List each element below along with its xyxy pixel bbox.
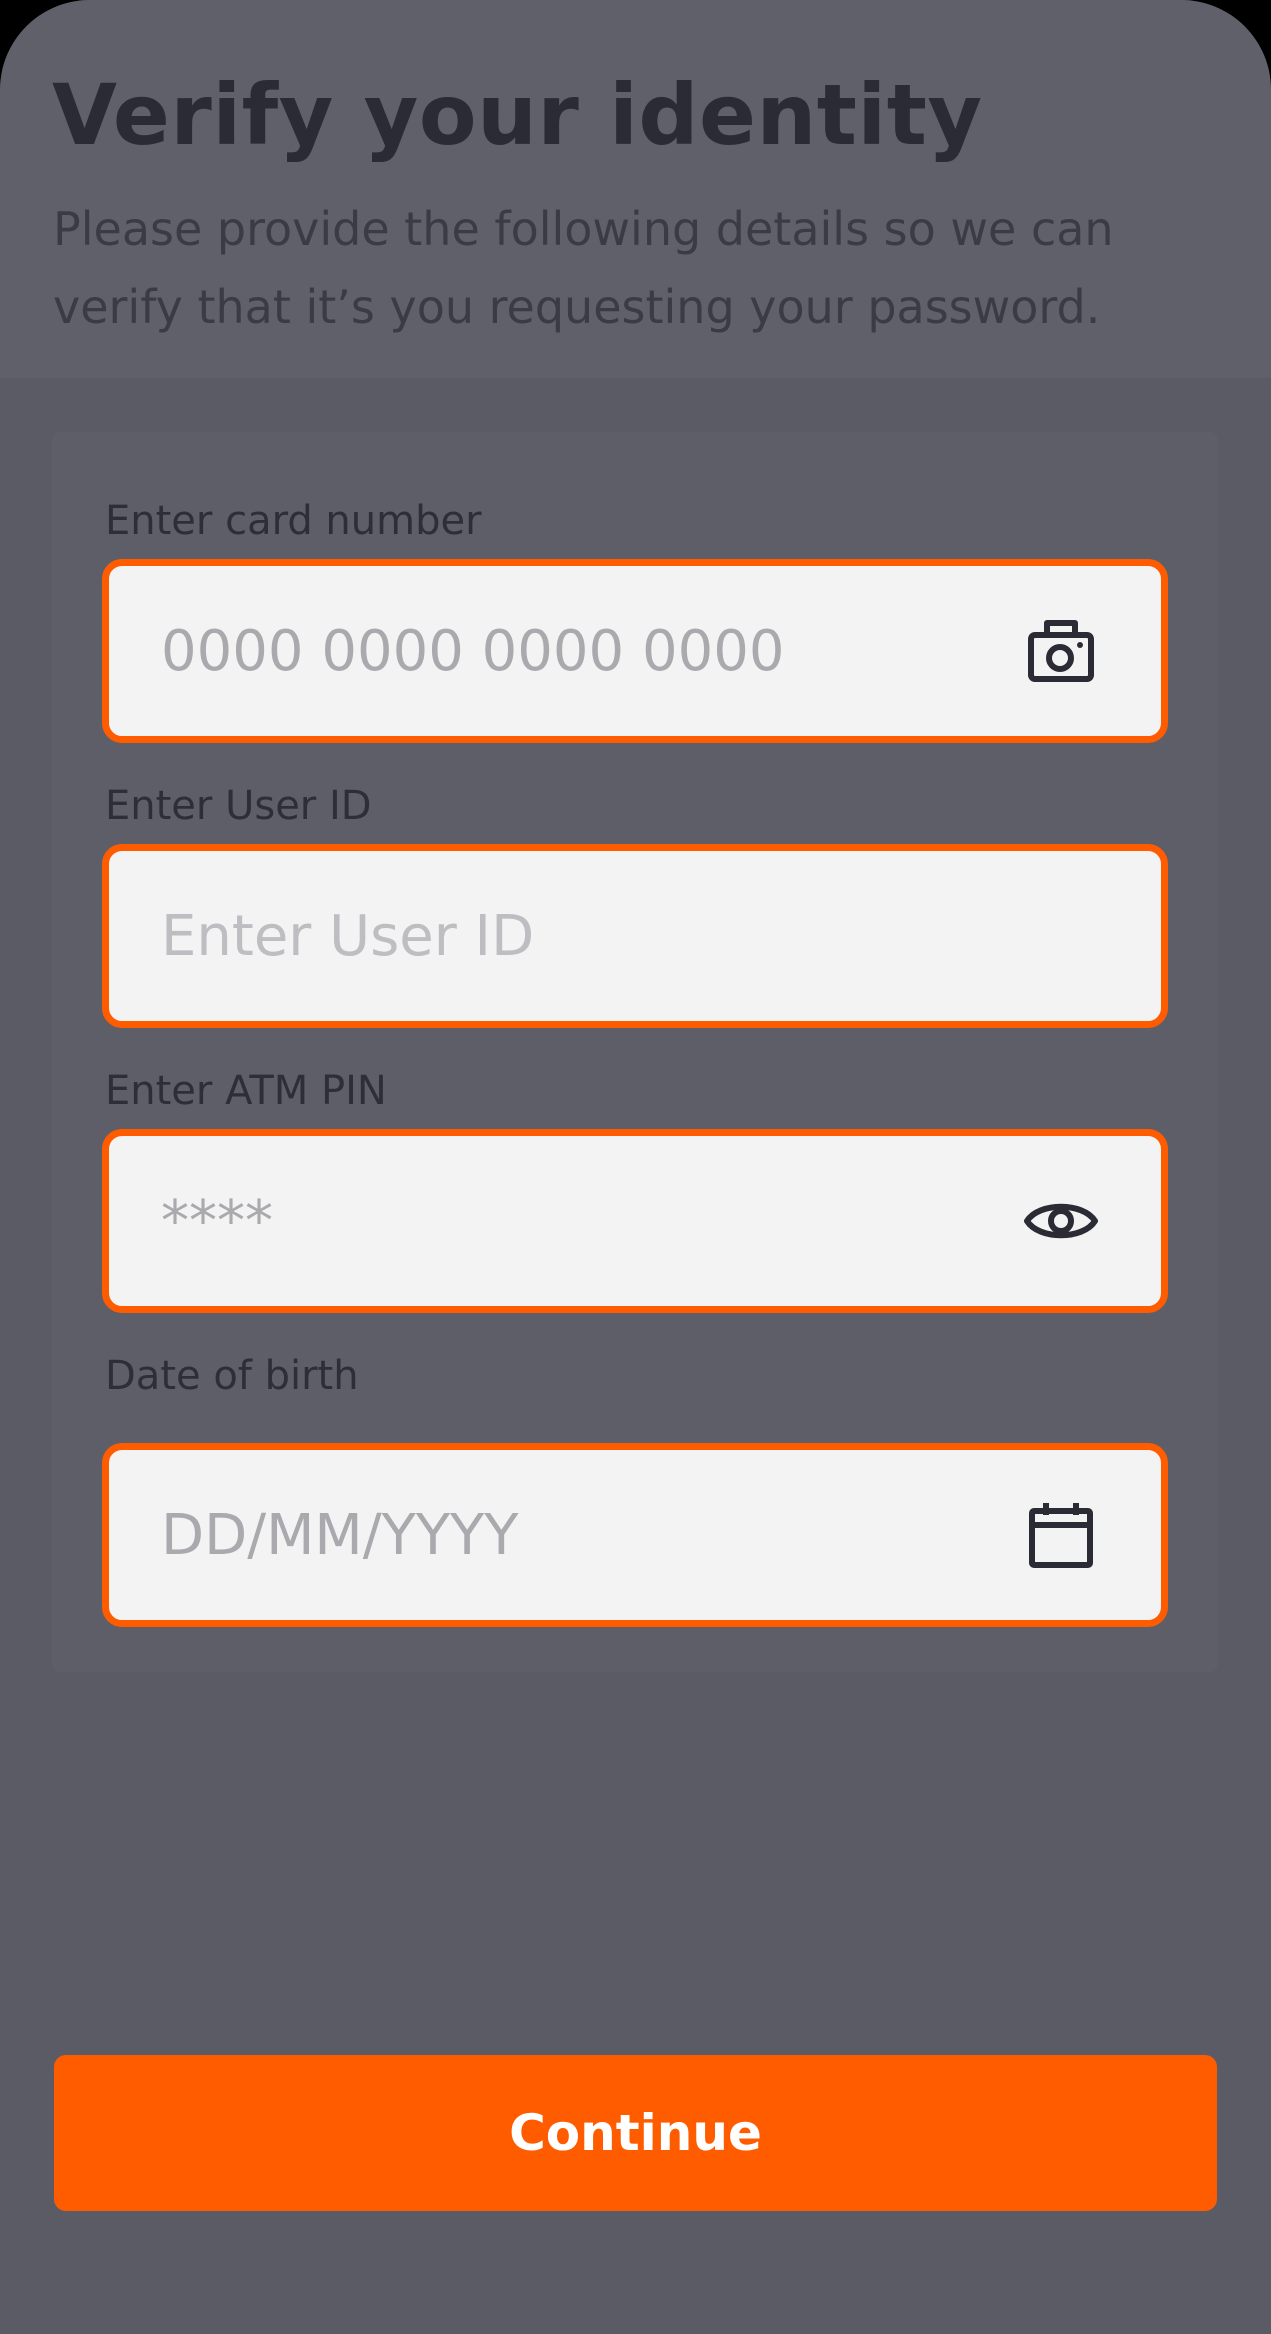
verify-identity-sheet: Verify your identity Please provide the … bbox=[0, 0, 1271, 2334]
user-id-label: Enter User ID bbox=[105, 783, 372, 829]
dob-label: Date of birth bbox=[105, 1353, 359, 1399]
atm-pin-placeholder: **** bbox=[161, 1188, 273, 1254]
card-number-placeholder: 0000 0000 0000 0000 bbox=[161, 618, 785, 684]
page-subtitle: Please provide the following details so … bbox=[53, 202, 1114, 334]
atm-pin-label: Enter ATM PIN bbox=[105, 1068, 387, 1114]
camera-icon[interactable] bbox=[1023, 613, 1099, 689]
user-id-field[interactable]: Enter User ID bbox=[102, 844, 1168, 1028]
header: Verify your identity Please provide the … bbox=[0, 0, 1271, 378]
card-number-field[interactable]: 0000 0000 0000 0000 bbox=[102, 559, 1168, 743]
calendar-icon[interactable] bbox=[1023, 1497, 1099, 1573]
user-id-placeholder: Enter User ID bbox=[161, 903, 535, 969]
card-number-label: Enter card number bbox=[105, 498, 482, 544]
atm-pin-field[interactable]: **** bbox=[102, 1129, 1168, 1313]
eye-icon[interactable] bbox=[1023, 1183, 1099, 1259]
dob-field[interactable]: DD/MM/YYYY bbox=[102, 1443, 1168, 1627]
page-title: Verify your identity bbox=[52, 66, 983, 164]
continue-button[interactable]: Continue bbox=[54, 2055, 1217, 2211]
dob-placeholder: DD/MM/YYYY bbox=[161, 1502, 519, 1568]
